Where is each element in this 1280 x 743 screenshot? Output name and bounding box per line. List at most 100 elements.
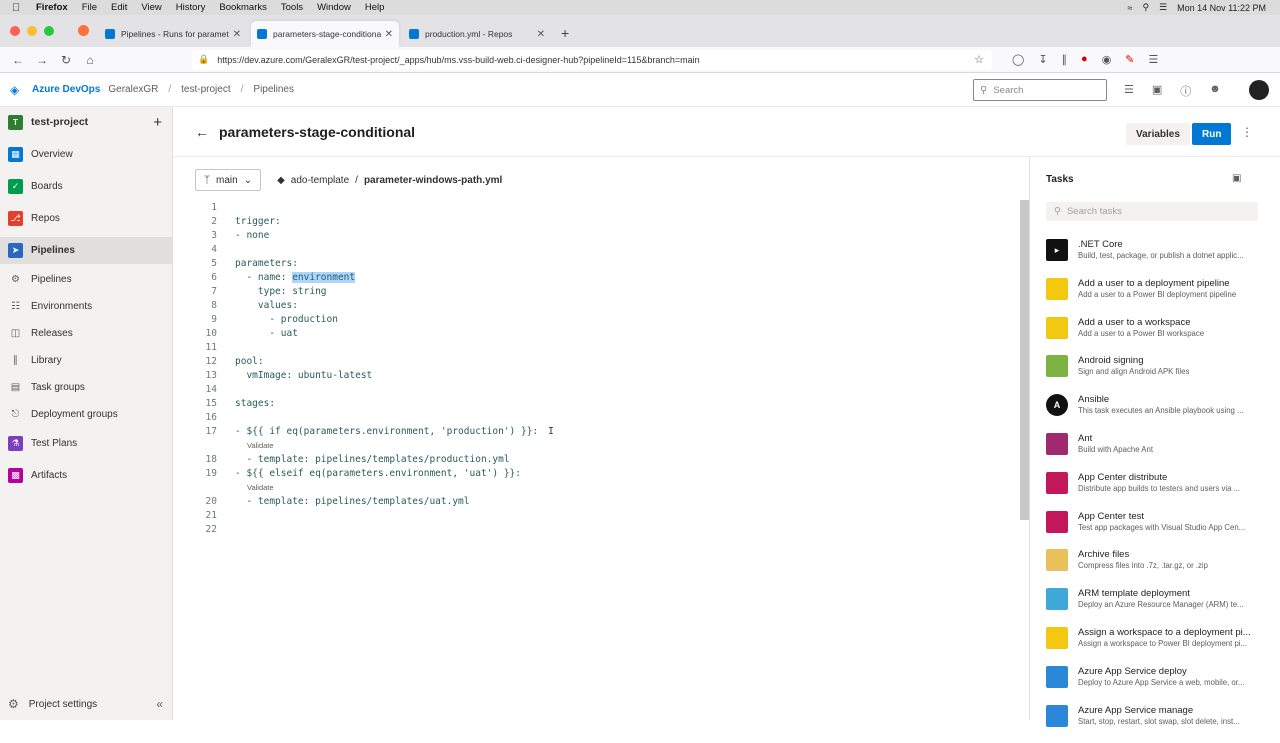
project-header[interactable]: T test-project + xyxy=(0,107,172,137)
task-item[interactable]: A Ansible This task executes an Ansible pl… xyxy=(1046,394,1274,433)
expand-panel-icon[interactable]: ▣ xyxy=(1232,173,1241,184)
menu-app-name[interactable]: Firefox xyxy=(36,2,68,13)
nav-item-library[interactable]: ∥ Library xyxy=(0,347,172,374)
menu-history[interactable]: History xyxy=(176,2,206,13)
spotlight-icon[interactable]: ⚲ xyxy=(1142,2,1149,13)
variables-button[interactable]: Variables xyxy=(1126,123,1190,145)
task-item[interactable]: Assign a workspace to a deployment pi...… xyxy=(1046,626,1274,666)
nav-item-task-groups[interactable]: ▤ Task groups xyxy=(0,374,172,401)
nav-item-boards[interactable]: ✓ Boards xyxy=(0,173,172,200)
collapse-nav-icon[interactable]: « xyxy=(156,697,163,711)
nav-item-repos[interactable]: ⎇ Repos xyxy=(0,205,172,232)
avatar[interactable] xyxy=(1249,80,1269,100)
task-item[interactable]: Azure App Service deploy Deploy to Azure … xyxy=(1046,665,1274,705)
task-item[interactable]: App Center test Test app packages with Vi… xyxy=(1046,510,1274,550)
add-icon[interactable]: + xyxy=(153,114,162,131)
menu-tools[interactable]: Tools xyxy=(281,2,303,13)
yaml-editor[interactable]: 1 2 trigger: 3 - none 4 5 parameters: 6 - n… xyxy=(195,200,1020,540)
nav-item-test-plans[interactable]: ⚗ Test Plans xyxy=(0,430,172,457)
task-item[interactable]: Android signing Sign and align Android AP… xyxy=(1046,355,1274,394)
close-tab-icon[interactable]: ✕ xyxy=(385,29,393,40)
help-icon[interactable]: ⓘ xyxy=(1180,83,1191,99)
ado-search-box[interactable]: ⚲ Search xyxy=(973,79,1107,101)
code-line: 18 - template: pipelines/templates/produ… xyxy=(195,452,1020,466)
list-icon[interactable]: ☰ xyxy=(1124,83,1134,99)
apple-icon[interactable]:  xyxy=(12,2,26,14)
project-settings[interactable]: ⚙ Project settings « xyxy=(0,688,173,720)
zoom-window-button[interactable] xyxy=(44,26,54,36)
nav-item-deployment-groups[interactable]: ⎋ Deployment groups xyxy=(0,401,172,428)
breadcrumb-section[interactable]: Pipelines xyxy=(253,84,294,95)
menu-bookmarks[interactable]: Bookmarks xyxy=(219,2,267,13)
repo-name[interactable]: ado-template xyxy=(291,175,349,186)
azure-devops-logo-icon[interactable]: ◈ xyxy=(10,84,24,96)
new-tab-icon[interactable]: + xyxy=(561,25,569,41)
wifi-icon[interactable]: ≈ xyxy=(1127,3,1132,13)
reload-icon[interactable]: ↻ xyxy=(54,53,78,67)
nav-item-releases[interactable]: ◫ Releases xyxy=(0,320,172,347)
nav-item-environments[interactable]: ☷ Environments xyxy=(0,293,172,320)
breadcrumb-org[interactable]: GeralexGR xyxy=(108,84,158,95)
task-text: Archive files Compress files into .7z, .t… xyxy=(1078,549,1260,570)
url-bar[interactable]: 🔒 https://dev.azure.com/GeralexGR/test-p… xyxy=(192,49,992,70)
menu-window[interactable]: Window xyxy=(317,2,351,13)
forward-arrow-icon[interactable]: → xyxy=(30,53,54,67)
menu-file[interactable]: File xyxy=(82,2,97,13)
nav-item-pipelines-sub[interactable]: ⚙ Pipelines xyxy=(0,266,172,293)
nav-label: Environments xyxy=(31,301,93,312)
editor-scrollbar[interactable] xyxy=(1020,200,1029,520)
bookmark-star-icon[interactable]: ☆ xyxy=(974,53,984,66)
menu-edit[interactable]: Edit xyxy=(111,2,127,13)
run-button[interactable]: Run xyxy=(1192,123,1232,145)
back-arrow-icon[interactable]: ← xyxy=(195,124,209,140)
user-settings-icon[interactable]: ☻ xyxy=(1209,83,1221,99)
nav-item-pipelines[interactable]: ➤ Pipelines xyxy=(0,237,172,264)
branch-selector[interactable]: ᛉ main ⌄ xyxy=(195,169,262,191)
pocket-icon[interactable]: ◯ xyxy=(1012,53,1024,66)
more-actions-icon[interactable]: ⋮ xyxy=(1241,125,1253,139)
task-item[interactable]: App Center distribute Distribute app buil… xyxy=(1046,471,1274,511)
tasks-search-input[interactable]: ⚲ Search tasks xyxy=(1046,202,1258,221)
browser-tab-active[interactable]: parameters-stage-conditional - ✕ xyxy=(251,21,399,47)
menubar-clock[interactable]: Mon 14 Nov 11:22 PM xyxy=(1177,3,1266,13)
code-line: 20 - template: pipelines/templates/uat.y… xyxy=(195,494,1020,508)
browser-tab-repos[interactable]: production.yml - Repos ✕ xyxy=(403,21,551,47)
back-arrow-icon[interactable]: ← xyxy=(6,53,30,67)
releases-icon: ◫ xyxy=(10,328,21,339)
marketplace-icon[interactable]: ▣ xyxy=(1152,83,1162,99)
line-number: 22 xyxy=(205,523,217,535)
task-item[interactable]: Azure App Service manage Start, stop, res… xyxy=(1046,704,1274,743)
menu-icon[interactable]: ☰ xyxy=(1149,53,1159,66)
account-icon[interactable]: ◉ xyxy=(1102,53,1112,66)
breadcrumb-project[interactable]: test-project xyxy=(181,84,230,95)
nav-item-artifacts[interactable]: ▩ Artifacts xyxy=(0,462,172,489)
close-window-button[interactable] xyxy=(10,26,20,36)
validate-link[interactable]: Validate xyxy=(195,480,1020,494)
library-icon[interactable]: ∥ xyxy=(1062,53,1068,66)
firefox-view-icon[interactable] xyxy=(78,25,89,36)
browser-tab-runs[interactable]: Pipelines - Runs for parameters ✕ xyxy=(99,21,247,47)
task-item[interactable]: Add a user to a deployment pipeline Add a… xyxy=(1046,277,1274,317)
validate-link[interactable]: Validate xyxy=(195,438,1020,452)
nav-item-overview[interactable]: ▦ Overview xyxy=(0,141,172,168)
pen-icon[interactable]: ✎ xyxy=(1125,53,1134,66)
minimize-window-button[interactable] xyxy=(27,26,37,36)
home-icon[interactable]: ⌂ xyxy=(78,53,102,67)
extension-icon[interactable]: ● xyxy=(1081,53,1088,66)
task-item[interactable]: Add a user to a workspace Add a user to a… xyxy=(1046,316,1274,356)
brand-link[interactable]: Azure DevOps xyxy=(32,84,100,95)
menu-view[interactable]: View xyxy=(141,2,161,13)
downloads-icon[interactable]: ↧ xyxy=(1038,53,1047,66)
menu-help[interactable]: Help xyxy=(365,2,385,13)
control-center-icon[interactable]: ☰ xyxy=(1159,2,1167,13)
task-item[interactable]: ARM template deployment Deploy an Azure R… xyxy=(1046,588,1274,627)
android-icon xyxy=(1046,355,1068,378)
task-item[interactable]: Ant Build with Apache Ant xyxy=(1046,432,1274,472)
close-tab-icon[interactable]: ✕ xyxy=(537,29,545,40)
close-tab-icon[interactable]: ✕ xyxy=(233,29,241,40)
task-item[interactable]: ▸ .NET Core Build, test, package, or publi… xyxy=(1046,239,1274,278)
code-line: 10 - uat xyxy=(195,326,1020,340)
lock-icon[interactable]: 🔒 xyxy=(198,54,209,65)
task-name: .NET Core xyxy=(1078,239,1123,250)
task-item[interactable]: Archive files Compress files into .7z, .t… xyxy=(1046,549,1274,588)
